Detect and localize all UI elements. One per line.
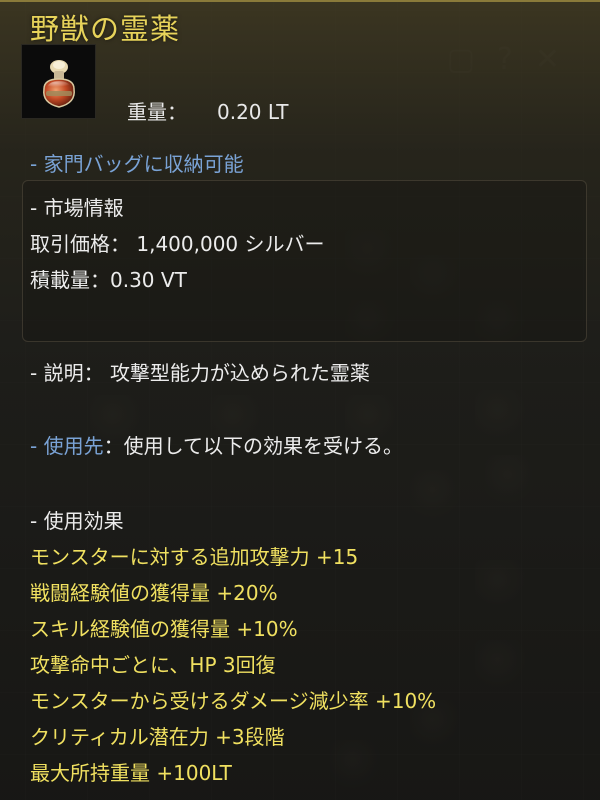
item-tooltip: 野獣の霊薬 重量： 0.20 LT - 家門バッグに収納可能 - 市場情報 取引… — [0, 0, 600, 800]
effect-item: クリティカル潜在力 +3段階 — [30, 725, 285, 749]
usage-text: ：使用して以下の効果を受ける。 — [103, 434, 403, 458]
description-text: 攻撃型能力が込められた霊薬 — [109, 361, 370, 385]
capacity-label: 積載量： — [30, 268, 110, 292]
effect-item: モンスターに対する追加攻撃力 +15 — [30, 545, 359, 569]
effect-item: モンスターから受けるダメージ減少率 +10% — [30, 689, 437, 713]
price-value: 1,400,000 シルバー — [136, 232, 325, 256]
effect-item: 戦闘経験値の獲得量 +20% — [30, 581, 278, 605]
weight-label: 重量： — [127, 100, 187, 124]
market-header: - 市場情報 — [30, 196, 124, 220]
description-label: - 説明： — [30, 361, 104, 385]
item-description: - 説明： 攻撃型能力が込められた霊薬 — [30, 357, 370, 386]
market-capacity: 積載量：0.30 VT — [30, 264, 187, 293]
item-name: 野獣の霊薬 — [30, 12, 181, 46]
potion-flask-icon — [21, 44, 96, 119]
usage-label: - 使用先 — [30, 434, 104, 458]
market-price: 取引価格： 1,400,000 シルバー — [30, 228, 325, 257]
usage-line: - 使用先：使用して以下の効果を受ける。 — [30, 430, 403, 459]
effect-item: 最大所持重量 +100LT — [30, 761, 232, 785]
effect-item: 攻撃命中ごとに、HP 3回復 — [30, 653, 276, 677]
effects-header: - 使用効果 — [30, 509, 124, 533]
item-weight: 重量： 0.20 LT — [127, 96, 289, 125]
price-label: 取引価格： — [30, 232, 130, 256]
storage-note: - 家門バッグに収納可能 — [30, 152, 244, 176]
capacity-value: 0.30 VT — [110, 268, 187, 292]
potion-flask-graphic — [43, 60, 75, 108]
effect-item: スキル経験値の獲得量 +10% — [30, 617, 298, 641]
weight-value: 0.20 LT — [217, 100, 289, 124]
